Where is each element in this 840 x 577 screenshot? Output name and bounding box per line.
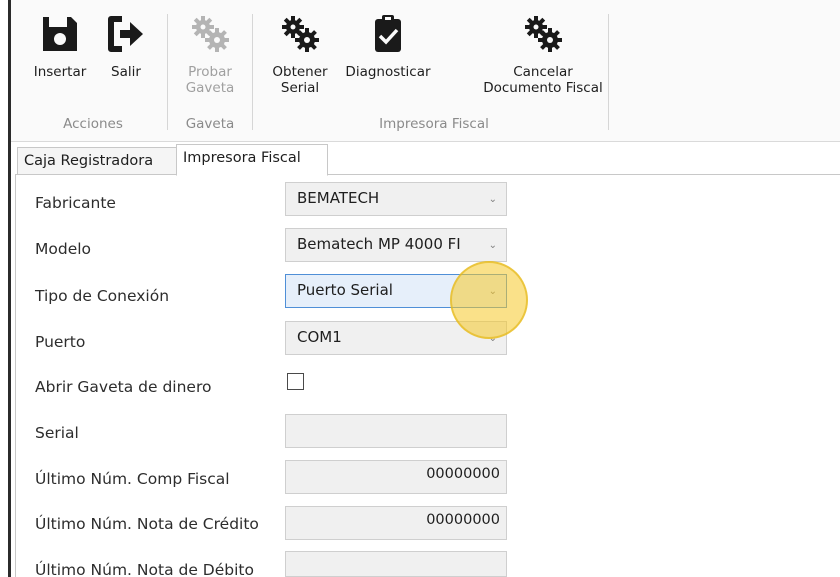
group-label-acciones: Acciones [63,116,123,132]
gears-icon [192,16,229,52]
insertar-label: Insertar [33,64,87,80]
cancelar-documento-fiscal-label: Cancelar Documento Fiscal [483,64,603,96]
puerto-label: Puerto [35,333,86,351]
fabricante-select[interactable]: BEMATECH ⌄ [285,182,507,216]
ultimo-nota-credito-field[interactable]: 00000000 [285,506,507,540]
ultimo-nota-debito-label: Último Núm. Nota de Débito [35,561,254,577]
group-label-gaveta: Gaveta [185,116,235,132]
clipboard-check-icon [375,15,401,52]
group-separator [167,14,168,130]
diagnosticar-button[interactable]: Diagnosticar [342,0,434,110]
tipo-conexion-label: Tipo de Conexión [35,287,170,305]
diagnosticar-label: Diagnosticar [345,64,431,80]
window-left-edge [0,0,11,577]
cursor-highlight [450,261,528,339]
abrir-gaveta-label: Abrir Gaveta de dinero [35,378,212,396]
modelo-label: Modelo [35,240,92,258]
tab-caja-registradora[interactable]: Caja Registradora [17,147,177,175]
fabricante-label: Fabricante [35,194,116,212]
ultimo-comp-fiscal-value: 00000000 [426,466,500,482]
obtener-serial-label: Obtener Serial [272,64,328,96]
serial-label: Serial [35,424,79,442]
probar-gaveta-button[interactable]: Probar Gaveta [174,0,246,110]
modelo-select[interactable]: Bematech MP 4000 FI ⌄ [285,228,507,262]
obtener-serial-button[interactable]: Obtener Serial [264,0,336,110]
tab-impresora-fiscal[interactable]: Impresora Fiscal [176,144,328,176]
exit-arrow-icon [108,16,143,52]
ribbon-toolbar: Insertar Salir Probar Gaveta Obtener Ser… [11,0,840,142]
chevron-down-icon: ⌄ [488,194,497,205]
salir-button[interactable]: Salir [94,0,158,110]
group-label-impresora-fiscal: Impresora Fiscal [379,116,489,132]
ultimo-nota-credito-label: Último Núm. Nota de Crédito [35,515,259,533]
gears-icon [282,16,319,52]
ultimo-nota-credito-value: 00000000 [426,512,500,528]
abrir-gaveta-checkbox[interactable] [287,373,304,390]
probar-gaveta-label: Probar Gaveta [185,64,235,96]
serial-field[interactable] [285,414,507,448]
puerto-value: COM1 [297,328,342,346]
cancelar-documento-fiscal-button[interactable]: Cancelar Documento Fiscal [478,0,608,110]
ultimo-nota-debito-field[interactable] [285,551,507,577]
gears-icon [525,16,562,52]
ultimo-comp-fiscal-field[interactable]: 00000000 [285,460,507,494]
tipo-conexion-value: Puerto Serial [297,281,393,299]
chevron-down-icon: ⌄ [488,240,497,251]
insertar-button[interactable]: Insertar [25,0,95,110]
modelo-value: Bematech MP 4000 FI [297,235,461,253]
tab-strip: Caja Registradora Impresora Fiscal [11,142,840,176]
fabricante-value: BEMATECH [297,189,380,207]
salir-label: Salir [111,64,141,80]
floppy-disk-icon [43,17,77,51]
ultimo-comp-fiscal-label: Último Núm. Comp Fiscal [35,470,230,488]
group-separator [252,14,253,130]
group-separator [608,14,609,130]
